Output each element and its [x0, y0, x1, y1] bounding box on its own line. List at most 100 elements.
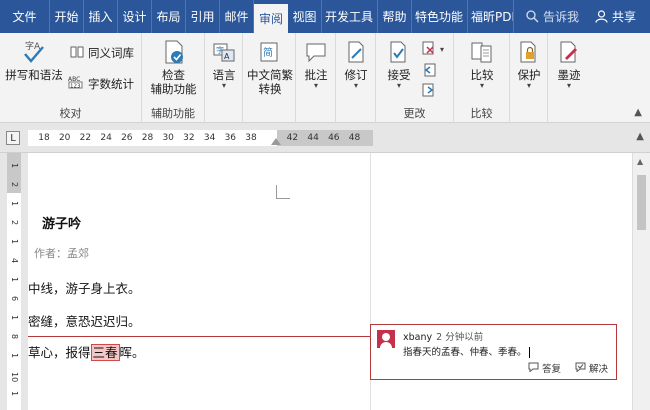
group-proofing: 字A 拼写和语法 同义词库 ABC 123 字数统计 校对: [0, 33, 142, 123]
group-changes: 接受 ▾ ▾ 更改: [376, 33, 454, 123]
search-icon: [526, 10, 539, 23]
indent-marker-icon[interactable]: [271, 138, 281, 145]
pen-icon: [556, 39, 582, 65]
comments-button[interactable]: 批注 ▾: [299, 39, 333, 90]
horizontal-ruler: L 18 20 22 24 26 28 30 32 34 36 38 42 44 46 48 ▲: [0, 123, 650, 153]
vruler-tick-label: 2: [10, 182, 19, 188]
ruler-tick-label: 28: [141, 133, 154, 143]
previous-change-button[interactable]: [422, 63, 436, 80]
next-change-button[interactable]: [422, 83, 436, 100]
collapse-ribbon-icon[interactable]: ▲: [634, 107, 642, 118]
ink-button[interactable]: 墨迹 ▾: [551, 39, 587, 90]
dropdown-caret-icon: ▾: [566, 81, 571, 90]
scroll-up-icon[interactable]: ▲: [636, 131, 644, 142]
svg-text:A: A: [224, 52, 230, 61]
text-cursor: [528, 347, 530, 358]
thesaurus-icon: [70, 46, 84, 61]
comment-connector-line: [28, 336, 370, 337]
vruler-tick-label: 1: [10, 391, 19, 397]
accessibility-check-icon: [161, 39, 187, 65]
tab-6[interactable]: 邮件: [220, 0, 254, 33]
person-icon: [595, 10, 608, 23]
tab-2[interactable]: 插入: [84, 0, 118, 33]
ruler-tick-label: 32: [183, 133, 195, 143]
group-accessibility: 检查 辅助功能 辅助功能: [142, 33, 205, 123]
tab-11[interactable]: 特色功能: [412, 0, 468, 33]
group-label-changes: 更改: [403, 107, 426, 120]
share-button[interactable]: 共享: [587, 0, 644, 33]
tab-4[interactable]: 布局: [152, 0, 186, 33]
previous-change-icon: [422, 63, 436, 80]
svg-text:简: 简: [263, 46, 273, 59]
group-compare: 比较 ▾ 比较: [454, 33, 510, 123]
reject-button[interactable]: ▾: [422, 41, 444, 58]
track-changes-icon: [343, 39, 369, 65]
group-label-compare: 比较: [470, 107, 493, 120]
share-label: 共享: [612, 10, 637, 24]
tell-me-search[interactable]: 告诉我: [518, 0, 587, 33]
tab-5[interactable]: 引用: [186, 0, 220, 33]
vruler-tick-label: 2: [10, 220, 19, 226]
tab-10[interactable]: 帮助: [378, 0, 412, 33]
chinese-conversion-button[interactable]: 简 中文简繁 转换: [245, 39, 295, 96]
comment-author: xbany: [403, 332, 433, 343]
compare-button[interactable]: 比较 ▾: [464, 39, 500, 90]
tab-7[interactable]: 审阅: [254, 4, 288, 33]
spelling-grammar-button[interactable]: 字A 拼写和语法: [4, 39, 64, 82]
vruler-tick-label: 1: [10, 353, 19, 359]
vruler-tick-label: 4: [10, 258, 19, 264]
next-change-icon: [422, 83, 436, 100]
margin-corner-mark: [276, 185, 290, 199]
lock-icon: [516, 39, 542, 65]
vertical-scrollbar[interactable]: ▲: [632, 153, 650, 410]
ruler-tick-label: 30: [162, 133, 174, 143]
reject-change-icon: [422, 41, 436, 58]
vruler-tick-label: 1: [10, 277, 19, 283]
poem-author: 作者：孟郊: [34, 247, 89, 260]
vruler-tick-label: 1: [10, 239, 19, 245]
poem-line: 密缝，意恐迟迟归。: [28, 314, 141, 329]
poem-title: 游子吟: [42, 217, 82, 232]
protect-button[interactable]: 保护 ▾: [512, 39, 546, 90]
group-language: 字A 语言 ▾: [205, 33, 243, 123]
scrollbar-thumb[interactable]: [637, 175, 646, 230]
tab-12[interactable]: 福昕PDF: [468, 0, 514, 33]
word-count-button[interactable]: ABC 123 字数统计: [68, 75, 134, 92]
tell-me-label: 告诉我: [543, 10, 580, 24]
tab-selector-icon[interactable]: L: [6, 131, 20, 145]
comment-text[interactable]: 指春天的孟春、仲春、季春。: [403, 344, 530, 358]
comment-balloon[interactable]: xbany 2 分钟以前 指春天的孟春、仲春、季春。 答复 解决: [370, 324, 617, 380]
document-page[interactable]: 游子吟 作者：孟郊 中线，游子身上衣。 密缝，意恐迟迟归。 草心，报得 三春 晖。: [28, 153, 370, 410]
vertical-ruler: 1 2 1 2 1 4 1 6 1 8 1 10 1: [0, 153, 28, 410]
accept-button[interactable]: 接受 ▾: [382, 39, 416, 90]
ruler-tick-label: 18: [38, 133, 50, 143]
tab-0[interactable]: 文件: [0, 0, 50, 33]
ruler-tick-label: 38: [245, 133, 257, 143]
dropdown-caret-icon: ▾: [396, 81, 401, 90]
group-ink: 墨迹 ▾: [548, 33, 590, 123]
language-icon: 字A: [211, 39, 237, 65]
track-changes-button[interactable]: 修订 ▾: [339, 39, 373, 90]
dropdown-caret-icon: ▾: [353, 81, 358, 90]
resolve-button[interactable]: 解决: [575, 361, 608, 375]
tab-3[interactable]: 设计: [118, 0, 152, 33]
ruler-tick-label: 42: [286, 133, 299, 143]
group-tracking: 修订 ▾: [336, 33, 376, 123]
tab-1[interactable]: 开始: [50, 0, 84, 33]
vruler-tick-label: 1: [10, 163, 19, 169]
group-label-proofing: 校对: [59, 107, 82, 120]
commented-text[interactable]: 三春: [90, 344, 120, 361]
vruler-tick-label: 1: [10, 315, 19, 321]
ruler-tick-label: 24: [100, 133, 112, 143]
ruler-tick-label: 36: [224, 133, 237, 143]
comment-time: 2 分钟以前: [436, 332, 484, 343]
thesaurus-button[interactable]: 同义词库: [70, 45, 134, 61]
scroll-up-arrow-icon[interactable]: ▲: [637, 157, 643, 166]
dropdown-caret-icon: ▾: [221, 81, 226, 90]
reply-button[interactable]: 答复: [528, 361, 561, 375]
tab-9[interactable]: 开发工具: [322, 0, 378, 33]
check-accessibility-button[interactable]: 检查 辅助功能: [145, 39, 202, 96]
tab-8[interactable]: 视图: [288, 0, 322, 33]
dropdown-caret-icon: ▾: [479, 81, 484, 90]
language-button[interactable]: 字A 语言 ▾: [207, 39, 241, 90]
